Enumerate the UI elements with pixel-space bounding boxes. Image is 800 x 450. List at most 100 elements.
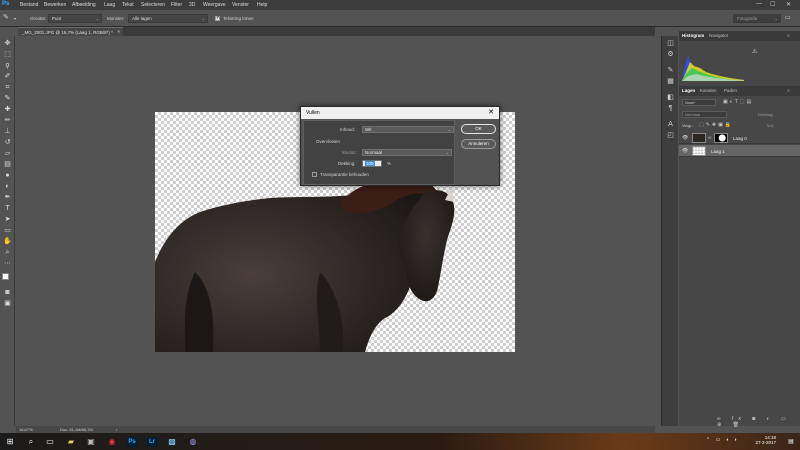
menu-tekst[interactable]: Tekst [122,2,134,8]
layer-filter-icons[interactable]: ▣◐T⬚▤ [723,99,753,105]
search-icon[interactable]: ⌕ [26,437,36,447]
blend-mode-select[interactable]: Normaal [682,111,727,118]
workspace-search-field[interactable]: Fotografie ⌄ [733,14,781,23]
tab-navigator[interactable]: Navigator [709,33,728,38]
screen-mode-icon[interactable]: ▣ [3,299,12,308]
chrome-icon[interactable]: ◉ [107,437,117,447]
tekstring-checkbox[interactable]: ✓ [215,15,220,21]
type-icon[interactable]: T [3,204,12,213]
task-view-icon[interactable]: ▭ [45,437,55,447]
eraser-icon[interactable]: ▱ [3,149,12,158]
ok-button[interactable]: OK [461,124,496,134]
layer-row-laag-0[interactable]: 👁 ∞ Laag 0 [679,132,800,144]
gradient-icon[interactable]: ▤ [3,160,12,169]
tab-paden[interactable]: Paden [724,88,737,93]
dialog-close-icon[interactable]: ✕ [488,108,494,116]
blur-icon[interactable]: ● [3,171,12,180]
warning-icon[interactable]: ⚠ [752,48,757,55]
store-icon[interactable]: ▣ [86,437,96,447]
tab-lagen[interactable]: Lagen [682,88,695,93]
quick-mask-icon[interactable]: ◙ [3,288,12,297]
document-tab[interactable]: _MG_2001.JPG @ 16,7% (Laag 1, RGB/8*) * … [18,27,123,36]
notifications-icon[interactable]: ▤ [786,437,796,447]
crop-icon[interactable]: ⌗ [3,83,12,92]
history-panel-icon[interactable]: ◫ [666,39,675,48]
adjustments-panel-icon[interactable]: ◧ [666,93,675,102]
taskbar-clock[interactable]: 14:18 27-2-2017 [755,435,776,445]
path-select-icon[interactable]: ➤ [3,215,12,224]
swatches-panel-icon[interactable]: ▦ [666,77,675,86]
stamp-icon[interactable]: ⊥ [3,127,12,136]
properties-panel-icon[interactable]: ⚙ [666,50,675,59]
photoshop-taskbar-icon[interactable]: Ps [127,437,137,447]
lock-icons[interactable]: ⬚✎✥▣🔒 [699,122,733,128]
menu-bestand[interactable]: Bestand [20,2,38,8]
tool-preset-chevron-icon[interactable]: ▾ [14,16,16,21]
pen-icon[interactable]: ✒ [3,193,12,202]
menu-weergave[interactable]: Weergave [203,2,226,8]
workspace-icon[interactable]: ▭ [785,14,791,21]
menu-bewerken[interactable]: Bewerken [44,2,66,8]
hand-icon[interactable]: ✋ [3,237,12,246]
quick-select-icon[interactable]: ✐ [3,72,12,81]
system-tray-icons[interactable]: ⌃ ▭ ◖ ◗ [706,437,739,443]
maximize-icon[interactable]: ☐ [770,1,775,8]
eyedropper-icon[interactable]: ✎ [3,94,12,103]
panel-menu-icon[interactable]: ≡ [787,33,790,38]
layer-row-laag-1[interactable]: 👁 Laag 1 [679,145,800,157]
file-explorer-icon[interactable]: ▰ [66,437,76,447]
status-arrow-icon[interactable]: › [116,427,117,432]
foreground-color-swatch[interactable] [2,273,9,280]
character-panel-icon[interactable]: A [666,120,675,129]
menu-selecteren[interactable]: Selecteren [141,2,165,8]
tab-kanalen[interactable]: Kanalen [700,88,717,93]
zoom-icon[interactable]: ⌕ [3,248,12,257]
transparantie-label: Transparantie behouden [320,172,369,177]
annuleren-button[interactable]: Annuleren [461,139,496,149]
menu-filter[interactable]: Filter [171,2,182,8]
zoom-level[interactable]: 16,67% [19,427,33,432]
menu-laag[interactable]: Laag [104,2,115,8]
dodge-icon[interactable]: ◐ [3,182,12,191]
move-icon[interactable]: ✥ [3,39,12,48]
monster-select[interactable]: Alle lagen ⌄ [128,14,208,23]
lightroom-taskbar-icon[interactable]: Lr [147,437,157,447]
grootte-select[interactable]: Punt ⌄ [48,14,102,23]
history-brush-icon[interactable]: ↺ [3,138,12,147]
tab-histogram[interactable]: Histogram [682,33,704,38]
windows-start-icon[interactable]: ⊞ [5,437,15,447]
layer-filter-select[interactable]: Soort [682,99,716,106]
marquee-icon[interactable]: ⬚ [3,50,12,59]
minimize-icon[interactable]: — [756,1,762,7]
lasso-icon[interactable]: ϙ [3,61,12,70]
brush-panel-icon[interactable]: ✎ [666,66,675,75]
menu-venster[interactable]: Venster [232,2,249,8]
tab-close-icon[interactable]: × [117,29,120,34]
healing-icon[interactable]: ✚ [3,105,12,114]
visibility-eye-icon[interactable]: 👁 [682,135,688,141]
eyedropper-tool-icon[interactable]: ✎ [3,13,9,21]
dekking-unit: % [387,161,392,166]
inhoud-select[interactable]: Wit ⌄ [362,126,454,133]
menu-help[interactable]: Help [257,2,267,8]
paragraph-panel-icon[interactable]: ¶ [666,104,675,113]
panel-menu-icon[interactable]: ≡ [787,88,790,93]
layer-name: Laag 1 [711,149,725,154]
browser-icon[interactable]: ◍ [188,437,198,447]
layer-comps-panel-icon[interactable]: ◰ [666,131,675,140]
menu-3d[interactable]: 3D [189,2,195,8]
app-icon[interactable]: ▩ [167,437,177,447]
modus-select[interactable]: Normaal ⌄ [362,149,452,156]
visibility-eye-icon[interactable]: 👁 [682,148,688,154]
menu-afbeelding[interactable]: Afbeelding [72,2,96,8]
more-icon[interactable]: ⋯ [3,259,12,268]
layer-mask-thumbnail[interactable] [714,133,728,143]
dialog-title-bar[interactable]: Vullen ✕ [301,107,499,119]
layer-action-icons[interactable]: ∞ fx ◙ ◐ ▭ ⊕ 🗑 [717,416,800,428]
dekking-input[interactable]: 100 [362,160,382,167]
transparantie-checkbox[interactable] [312,172,317,177]
photoshop-logo-icon[interactable]: Ps [2,1,9,7]
brush-icon[interactable]: ✏ [3,116,12,125]
shape-icon[interactable]: ▭ [3,226,12,235]
close-icon[interactable]: ✕ [786,1,791,8]
